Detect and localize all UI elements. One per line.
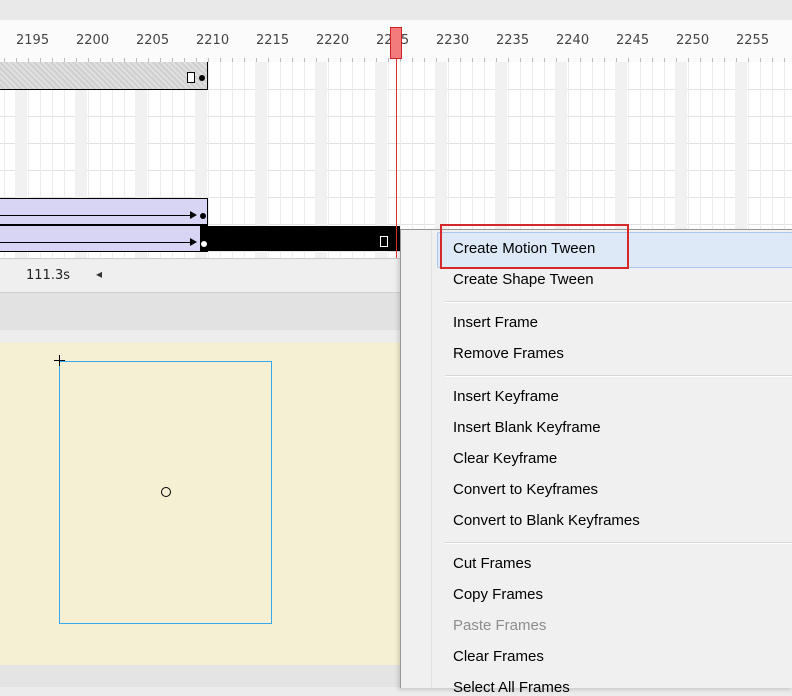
frame-number-label: 2230 xyxy=(436,33,470,48)
menu-item-insert-blank-keyframe[interactable]: Insert Blank Keyframe xyxy=(453,419,601,436)
elapsed-time: 111.3s xyxy=(26,268,70,283)
menu-item-paste-frames: Paste Frames xyxy=(453,617,547,634)
frame-number-label: 2250 xyxy=(676,33,710,48)
motion-tween-span-upper[interactable] xyxy=(0,198,208,225)
menu-separator xyxy=(445,542,792,544)
scroll-left-arrow-icon[interactable]: ◂ xyxy=(96,267,102,281)
menu-item-copy-frames[interactable]: Copy Frames xyxy=(453,586,543,603)
frame-number-label: 2240 xyxy=(556,33,590,48)
menu-item-convert-to-blank-keyframes[interactable]: Convert to Blank Keyframes xyxy=(453,512,640,529)
menu-item-convert-to-keyframes[interactable]: Convert to Keyframes xyxy=(453,481,598,498)
frame-number-label: 2255 xyxy=(736,33,770,48)
menu-separator xyxy=(445,301,792,303)
motion-tween-span-lower[interactable] xyxy=(0,225,208,252)
tween-arrow-head xyxy=(190,238,197,246)
menu-item-insert-keyframe[interactable]: Insert Keyframe xyxy=(453,388,559,405)
frame-number-label: 2245 xyxy=(616,33,650,48)
menu-item-cut-frames[interactable]: Cut Frames xyxy=(453,555,531,572)
playhead-handle[interactable] xyxy=(390,27,402,59)
transformation-point-icon[interactable] xyxy=(161,487,171,497)
playhead-line xyxy=(396,59,397,258)
menu-item-clear-frames[interactable]: Clear Frames xyxy=(453,648,544,665)
stage-edit-bar-lower xyxy=(0,330,400,342)
frame-number-label: 2205 xyxy=(136,33,170,48)
stage-edit-bar xyxy=(0,292,400,332)
menu-item-clear-keyframe[interactable]: Clear Keyframe xyxy=(453,450,557,467)
frame-context-menu: Create Motion Tween Create Shape Tween Ins… xyxy=(400,229,792,696)
tween-arrow-line xyxy=(0,242,193,243)
frame-number-label: 2200 xyxy=(76,33,110,48)
stage-bottom-strip xyxy=(0,665,400,687)
keyframe-dot-selected xyxy=(201,241,207,247)
empty-keyframe-marker xyxy=(187,72,195,83)
frame-number-label: 2235 xyxy=(496,33,530,48)
frame-number-label: 2210 xyxy=(196,33,230,48)
registration-crosshair-icon-vertical xyxy=(59,355,60,366)
menu-separator xyxy=(445,375,792,377)
timeline-top-strip xyxy=(0,0,792,20)
tween-arrow-line xyxy=(0,215,193,216)
menu-icon-gutter xyxy=(431,230,432,688)
frame-number-label: 2215 xyxy=(256,33,290,48)
frame-number-label: 2195 xyxy=(16,33,50,48)
menu-item-select-all-frames[interactable]: Select All Frames xyxy=(453,679,570,696)
menu-item-insert-frame[interactable]: Insert Frame xyxy=(453,314,538,331)
menu-item-create-shape-tween[interactable]: Create Shape Tween xyxy=(453,271,594,288)
frame-number-label: 2220 xyxy=(316,33,350,48)
menu-item-remove-frames[interactable]: Remove Frames xyxy=(453,345,564,362)
empty-keyframe-marker-selected xyxy=(380,236,388,247)
timeline-status-bar: 111.3s ◂ xyxy=(0,258,400,293)
annotation-highlight-box xyxy=(440,224,629,269)
tween-arrow-head xyxy=(190,211,197,219)
selected-frame-span[interactable] xyxy=(200,226,400,251)
keyframe-dot xyxy=(199,75,205,81)
keyframe-dot xyxy=(200,213,206,219)
layer-1-frame-span[interactable] xyxy=(0,62,208,90)
